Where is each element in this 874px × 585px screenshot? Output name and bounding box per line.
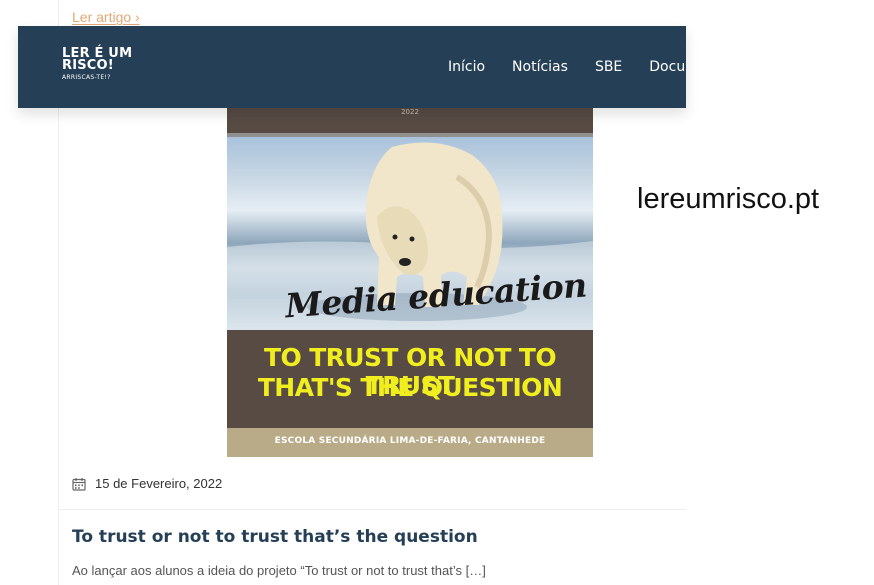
post-date-text: 15 de Fevereiro, 2022 [95, 476, 223, 491]
page: Ler artigo › 2022 TO TRUST OR NOT TO TRU… [0, 0, 874, 585]
nav-item-noticias[interactable]: Notícias [512, 59, 568, 75]
poster-footer-band: ESCOLA SECUNDÁRIA LIMA-DE-FARIA, CANTANH… [227, 428, 593, 457]
article-featured-image[interactable]: 2022 TO TRUST OR NOT TO TRUST THAT'S THE… [227, 108, 593, 457]
poster-headline-line2: THAT'S THE QUESTION [257, 373, 563, 402]
post-date: 15 de Fevereiro, 2022 [72, 476, 222, 491]
nav-item-sbe[interactable]: SBE [595, 59, 622, 75]
source-domain-label: lereumrisco.pt [637, 183, 820, 215]
poster-year: 2022 [401, 108, 419, 116]
poster-top-band: 2022 [227, 108, 593, 133]
site-header: LER É UM RISCO! ARRISCAS-TE!? Início Not… [18, 26, 686, 108]
main-nav: Início Notícias SBE Docu [448, 59, 685, 75]
nav-item-documentos[interactable]: Docu [649, 59, 685, 75]
nav-item-inicio[interactable]: Início [448, 59, 485, 75]
poster-school-name: ESCOLA SECUNDÁRIA LIMA-DE-FARIA, CANTANH… [274, 436, 546, 446]
calendar-icon [72, 477, 86, 491]
post-excerpt: Ao lançar aos alunos a ideia do projeto … [72, 563, 486, 578]
logo-tagline: ARRISCAS-TE!? [62, 74, 111, 81]
post-title-link[interactable]: To trust or not to trust that’s the ques… [72, 527, 478, 547]
card-divider [59, 509, 686, 510]
read-more-link[interactable]: Ler artigo › [72, 9, 140, 25]
site-logo[interactable]: LER É UM RISCO! ARRISCAS-TE!? [62, 47, 132, 81]
poster-headline-band: TO TRUST OR NOT TO TRUST THAT'S THE QUES… [227, 330, 593, 428]
logo-line-2: RISCO! [62, 58, 114, 73]
